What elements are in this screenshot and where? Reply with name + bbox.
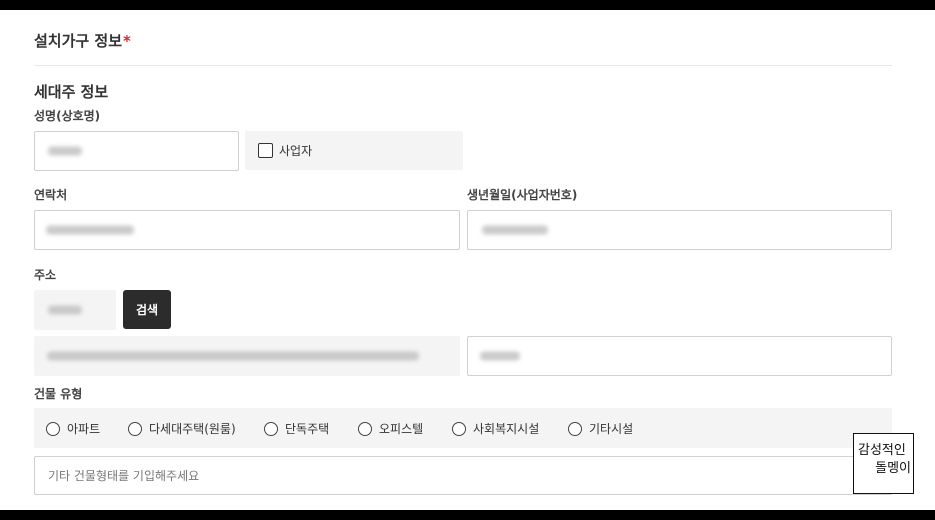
postcode-input[interactable] xyxy=(34,290,116,330)
redacted-text xyxy=(48,146,82,156)
address-search-button[interactable]: 검색 xyxy=(123,290,171,329)
name-input[interactable] xyxy=(34,131,239,171)
radio-circle[interactable] xyxy=(46,421,60,436)
section-title: 설치가구 정보* xyxy=(34,30,131,51)
business-checkbox-container[interactable]: 사업자 xyxy=(245,131,463,170)
bottom-black-bar xyxy=(0,510,935,520)
birth-label: 생년월일(사업자번호) xyxy=(467,188,578,202)
watermark-line-2: 돌멩이 xyxy=(875,461,911,476)
section-divider xyxy=(34,65,892,66)
radio-label: 아파트 xyxy=(67,422,101,436)
radio-circle[interactable] xyxy=(128,421,142,436)
other-building-input[interactable] xyxy=(34,456,892,495)
name-label: 성명(상호명) xyxy=(34,109,101,123)
radio-circle[interactable] xyxy=(452,421,466,436)
redacted-text xyxy=(47,351,419,361)
top-black-bar xyxy=(0,0,935,10)
radio-detached-house[interactable]: 단독주택 xyxy=(264,420,329,437)
householder-title: 세대주 정보 xyxy=(34,83,109,101)
redacted-text xyxy=(46,225,134,235)
radio-label: 오피스텔 xyxy=(379,422,424,436)
radio-multi-family[interactable]: 다세대주택(원룸) xyxy=(128,420,236,437)
redacted-text xyxy=(482,225,548,235)
radio-officetel[interactable]: 오피스텔 xyxy=(358,420,423,437)
radio-apartment[interactable]: 아파트 xyxy=(46,420,100,437)
address-main-input[interactable] xyxy=(34,336,460,376)
watermark-line-1: 감성적인 xyxy=(858,443,906,458)
radio-label: 다세대주택(원룸) xyxy=(149,422,236,436)
address-label: 주소 xyxy=(34,268,57,282)
redacted-text xyxy=(48,305,82,315)
radio-circle[interactable] xyxy=(358,421,372,436)
building-type-label: 건물 유형 xyxy=(34,387,83,401)
contact-input[interactable] xyxy=(34,210,460,250)
redacted-text xyxy=(480,351,520,361)
business-checkbox[interactable] xyxy=(258,143,273,158)
required-mark: * xyxy=(123,32,131,50)
radio-welfare-facility[interactable]: 사회복지시설 xyxy=(452,420,539,437)
address-detail-input[interactable] xyxy=(467,336,892,376)
radio-circle[interactable] xyxy=(568,421,582,436)
section-title-text: 설치가구 정보 xyxy=(34,32,123,50)
radio-circle[interactable] xyxy=(264,421,278,436)
radio-label: 사회복지시설 xyxy=(473,422,540,436)
birth-input[interactable] xyxy=(467,210,892,250)
radio-label: 기타시설 xyxy=(589,422,634,436)
building-type-radio-group: 아파트 다세대주택(원룸) 단독주택 오피스텔 사회복지시설 기타시설 xyxy=(34,408,892,448)
business-checkbox-label: 사업자 xyxy=(279,144,313,158)
watermark-stamp: 감성적인 돌멩이 xyxy=(853,433,914,494)
radio-label: 단독주택 xyxy=(285,422,330,436)
radio-other-facility[interactable]: 기타시설 xyxy=(568,420,633,437)
contact-label: 연락처 xyxy=(34,188,68,202)
